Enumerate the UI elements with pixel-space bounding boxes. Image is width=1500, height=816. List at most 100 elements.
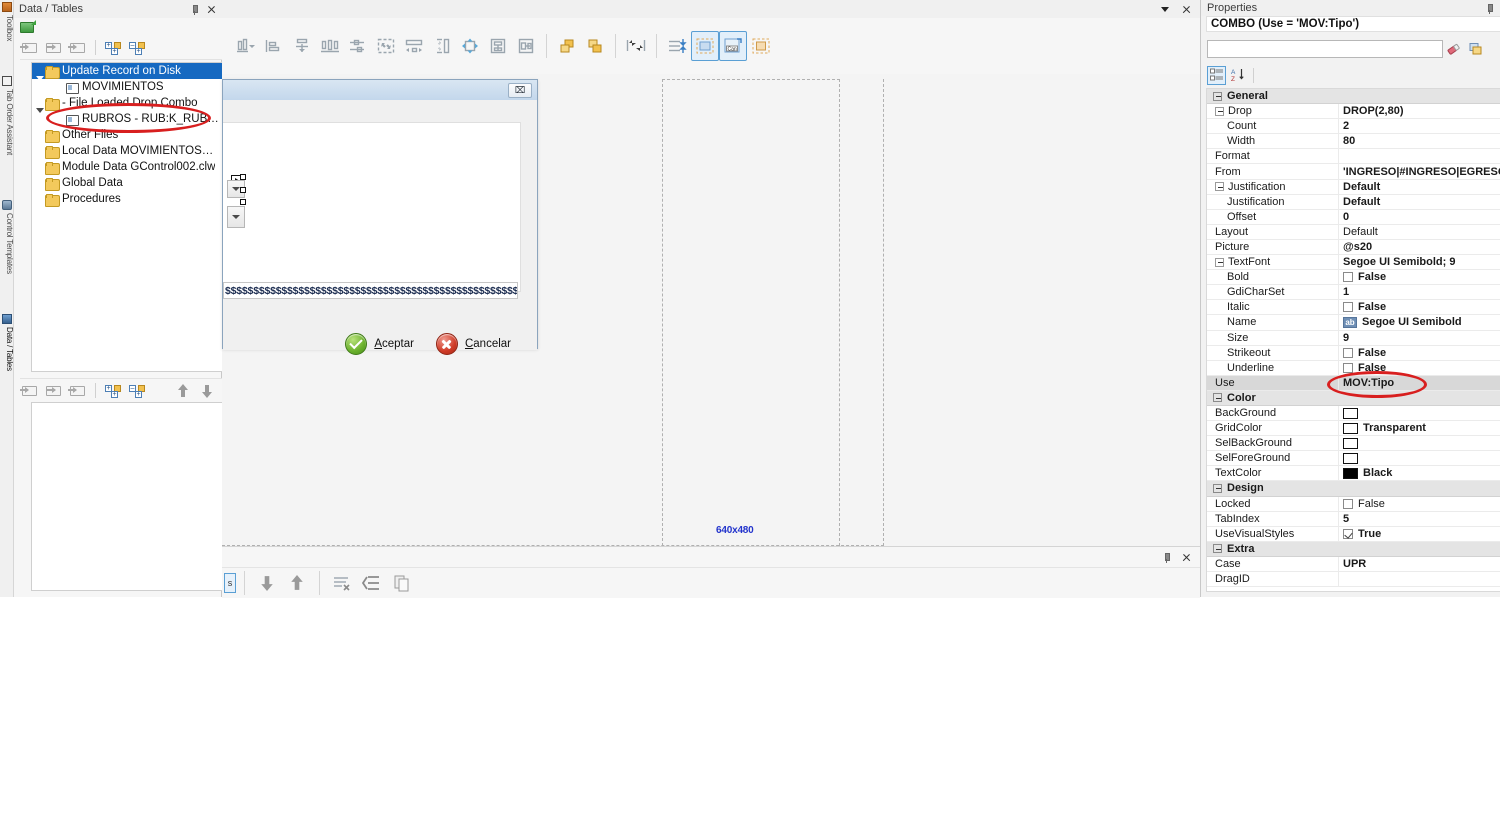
property-row[interactable]: GdiCharSet 1 — [1207, 285, 1500, 301]
property-row[interactable]: BackGround — [1207, 405, 1500, 422]
collapse-icon[interactable] — [1213, 393, 1222, 403]
delete-field-button[interactable] — [68, 382, 88, 400]
property-row[interactable]: Name ab Segoe UI Semibold — [1207, 315, 1500, 331]
property-value-cell[interactable] — [1339, 451, 1500, 465]
checkbox[interactable] — [1343, 362, 1353, 373]
property-value-cell[interactable]: 2 — [1339, 119, 1500, 133]
property-row[interactable]: Count 2 — [1207, 119, 1500, 135]
property-row[interactable]: Justification Default — [1207, 179, 1500, 195]
combo-control-secondary[interactable] — [227, 206, 245, 228]
edit-field-button[interactable] — [44, 382, 64, 400]
property-value-cell[interactable]: 9 — [1339, 331, 1500, 345]
data-tables-detail-pane[interactable] — [31, 402, 222, 591]
property-row[interactable]: TextColor Black — [1207, 466, 1500, 482]
color-swatch[interactable] — [1343, 407, 1358, 419]
property-value-cell[interactable] — [1339, 406, 1500, 420]
align-left-button[interactable] — [260, 31, 288, 61]
bottom-dock-chip[interactable]: s — [224, 573, 236, 593]
tree-item[interactable]: Global Data — [32, 175, 222, 191]
property-value-cell[interactable] — [1339, 572, 1500, 586]
tree-item[interactable]: Local Data MOVIMIENTOSABM — [32, 143, 222, 159]
resize-handle[interactable] — [240, 199, 246, 205]
split-horizontal-button[interactable] — [484, 31, 512, 61]
delete-line-button[interactable] — [328, 571, 356, 595]
property-row[interactable]: Justification Default — [1207, 194, 1500, 210]
color-swatch[interactable] — [1343, 467, 1358, 479]
property-value-cell[interactable]: 1 — [1339, 285, 1500, 299]
reorder-button[interactable] — [663, 31, 691, 61]
property-value-cell[interactable]: 0 — [1339, 210, 1500, 224]
canvas-preview-button[interactable]: Can — [719, 31, 747, 61]
property-row[interactable]: Width 80 — [1207, 134, 1500, 150]
property-row[interactable]: From 'INGRESO|#INGRESO|EGRESO|#.. — [1207, 164, 1500, 180]
space-vertical-button[interactable] — [428, 31, 456, 61]
property-value-cell[interactable]: False — [1339, 346, 1500, 360]
move-down-button[interactable] — [253, 571, 281, 595]
property-row[interactable]: Case UPR — [1207, 556, 1500, 572]
property-value-cell[interactable]: 5 — [1339, 512, 1500, 526]
refresh-green-icon[interactable] — [20, 19, 36, 33]
send-to-back-button[interactable] — [581, 31, 609, 61]
center-in-window-button[interactable] — [456, 31, 484, 61]
property-row[interactable]: Picture @s20 — [1207, 239, 1500, 256]
property-category-row[interactable]: Extra — [1207, 541, 1500, 557]
accept-button[interactable]: Aceptar — [345, 333, 414, 355]
delete-field-button[interactable] — [68, 39, 88, 57]
property-value-cell[interactable]: True — [1339, 527, 1500, 541]
property-value-cell[interactable]: Default — [1339, 180, 1500, 194]
property-row[interactable]: Drop DROP(2,80) — [1207, 104, 1500, 120]
chevron-down-icon[interactable] — [1159, 3, 1171, 15]
bring-to-front-button[interactable] — [553, 31, 581, 61]
checkbox[interactable] — [1343, 302, 1353, 313]
property-value-cell[interactable]: False — [1339, 300, 1500, 314]
close-icon[interactable] — [206, 4, 217, 15]
tree-item[interactable]: MOVIMIENTOS — [32, 79, 222, 95]
resize-handle[interactable] — [240, 174, 246, 180]
property-value-cell[interactable]: ab Segoe UI Semibold — [1339, 315, 1500, 329]
property-row[interactable]: Offset 0 — [1207, 209, 1500, 225]
property-value-cell[interactable]: 80 — [1339, 134, 1500, 148]
tree-item[interactable]: Procedures — [32, 191, 222, 207]
cancel-button[interactable]: Cancelar — [435, 333, 511, 355]
show-grid-button[interactable] — [691, 31, 719, 61]
copy-button[interactable] — [388, 571, 416, 595]
property-row[interactable]: SelBackGround — [1207, 436, 1500, 452]
property-row[interactable]: TextFont Segoe UI Semibold; 9 — [1207, 255, 1500, 271]
property-value-cell[interactable]: Default — [1339, 195, 1500, 209]
form-design-canvas[interactable]: ⌧ $$$$$$$$$$$$$$$$$$$$$$$$$$$$$$$$$$$$$$… — [222, 74, 1200, 546]
expand-all-button[interactable]: + + — [103, 39, 123, 57]
form-close-button[interactable]: ⌧ — [508, 82, 532, 98]
property-value-cell[interactable] — [1339, 436, 1500, 450]
collapse-icon[interactable] — [1213, 483, 1222, 493]
tree-item[interactable]: Other Files — [32, 127, 222, 143]
collapse-icon[interactable] — [1215, 182, 1224, 192]
properties-grid[interactable]: General Drop DROP(2,80) Count 2 Width 80 Format… — [1206, 88, 1500, 592]
vertical-tab-order-assistant[interactable]: Tab Order Assistant — [0, 76, 14, 196]
property-value-cell[interactable]: MOV:Tipo — [1339, 376, 1500, 390]
property-value-cell[interactable]: Black — [1339, 466, 1500, 480]
designed-form-window[interactable]: ⌧ $$$$$$$$$$$$$$$$$$$$$$$$$$$$$$$$$$$$$$… — [222, 79, 538, 355]
collapse-icon[interactable] — [1215, 257, 1224, 267]
size-to-fit-button[interactable] — [372, 31, 400, 61]
search-input[interactable] — [1207, 40, 1443, 58]
property-row[interactable]: TabIndex 5 — [1207, 511, 1500, 527]
color-swatch[interactable] — [1343, 422, 1358, 434]
collapse-icon[interactable] — [1213, 91, 1222, 101]
pin-icon[interactable] — [189, 4, 200, 15]
property-row[interactable]: Underline False — [1207, 360, 1500, 376]
property-row[interactable]: Locked False — [1207, 496, 1500, 512]
align-center-button[interactable] — [344, 31, 372, 61]
eraser-icon[interactable] — [1443, 39, 1465, 59]
tab-order-button[interactable] — [622, 31, 650, 61]
tree-item[interactable]: RUBROS - RUB:K_RUB_Nombre — [32, 111, 222, 127]
pin-icon[interactable] — [1484, 3, 1495, 14]
align-bottom-button[interactable] — [232, 31, 260, 61]
insert-field-button[interactable] — [20, 39, 40, 57]
insert-field-button[interactable] — [20, 382, 40, 400]
property-row[interactable]: UseVisualStyles True — [1207, 526, 1500, 542]
close-icon[interactable] — [1181, 552, 1192, 563]
alphabetical-sort-icon[interactable]: AZ — [1228, 66, 1247, 85]
tree-item[interactable]: Update Record on Disk — [32, 63, 222, 81]
property-value-cell[interactable] — [1339, 149, 1500, 163]
checkbox[interactable] — [1343, 528, 1353, 539]
